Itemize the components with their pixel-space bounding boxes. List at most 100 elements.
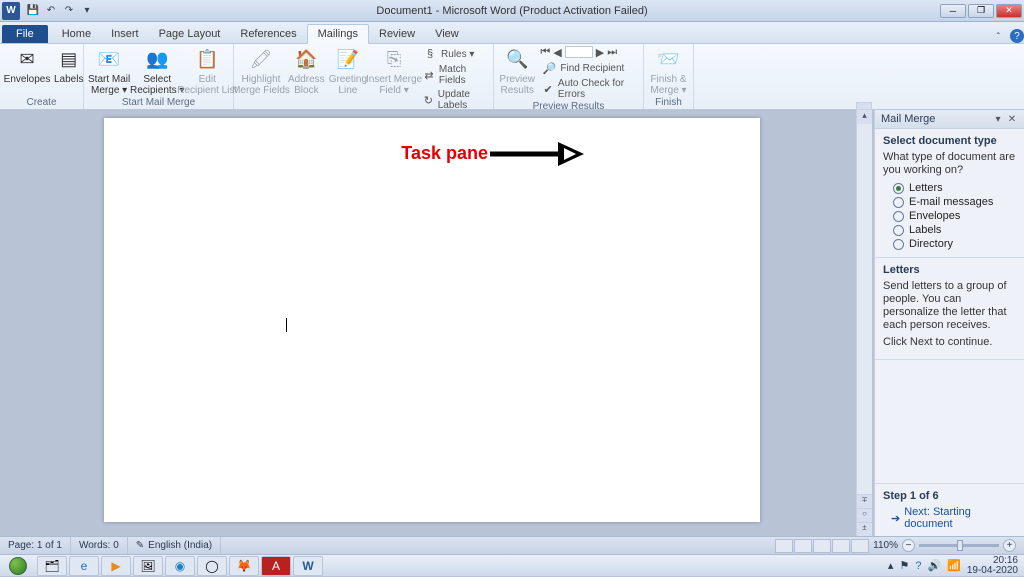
taskbar-word[interactable]: W bbox=[293, 556, 323, 576]
select-recipients-button[interactable]: 👥Select Recipients ▾ bbox=[134, 46, 180, 96]
draft-view[interactable] bbox=[851, 539, 869, 553]
match-icon: ⇄ bbox=[423, 68, 435, 82]
qat-more-icon[interactable]: ▾ bbox=[80, 4, 94, 18]
find-recipient-button[interactable]: 🔎Find Recipient bbox=[540, 60, 639, 76]
full-screen-view[interactable] bbox=[794, 539, 812, 553]
minimize-ribbon-icon[interactable]: ˆ bbox=[997, 32, 1000, 43]
undo-icon[interactable]: ↶ bbox=[44, 4, 58, 18]
last-icon[interactable]: ⏭ bbox=[607, 46, 617, 59]
finish-merge-button[interactable]: 📨Finish & Merge ▾ bbox=[648, 46, 689, 96]
page-indicator[interactable]: Page: 1 of 1 bbox=[0, 537, 71, 554]
edit-recipient-list-button[interactable]: 📋Edit Recipient List bbox=[184, 46, 230, 96]
taskbar-pictures[interactable]: 🖼 bbox=[133, 556, 163, 576]
zoom-thumb[interactable] bbox=[957, 540, 963, 551]
volume-icon[interactable]: 🔊 bbox=[927, 559, 941, 572]
language-indicator[interactable]: ✎English (India) bbox=[128, 537, 221, 554]
next-icon[interactable]: ▶ bbox=[596, 46, 604, 59]
minimize-button[interactable]: ─ bbox=[940, 4, 966, 18]
first-icon[interactable]: ⏮ bbox=[540, 46, 550, 59]
ruler-toggle[interactable] bbox=[856, 102, 872, 110]
word-count[interactable]: Words: 0 bbox=[71, 537, 128, 554]
tab-insert[interactable]: Insert bbox=[101, 25, 149, 43]
greeting-icon: 📝 bbox=[334, 46, 362, 72]
radio-icon bbox=[893, 211, 904, 222]
zoom-level[interactable]: 110% bbox=[873, 540, 898, 551]
insert-merge-field-button[interactable]: ⎘Insert Merge Field ▾ bbox=[371, 46, 417, 96]
auto-check-button[interactable]: ✔Auto Check for Errors bbox=[540, 77, 639, 101]
radio-envelopes[interactable]: Envelopes bbox=[883, 209, 1016, 223]
zoom-out-button[interactable]: − bbox=[902, 539, 915, 552]
radio-labels[interactable]: Labels bbox=[883, 223, 1016, 237]
radio-email[interactable]: E-mail messages bbox=[883, 195, 1016, 209]
proofing-icon: ✎ bbox=[136, 540, 144, 551]
mail-merge-icon: 📧 bbox=[95, 46, 123, 72]
start-mail-merge-button[interactable]: 📧Start Mail Merge ▾ bbox=[88, 46, 130, 96]
taskbar-firefox[interactable]: 🦊 bbox=[229, 556, 259, 576]
zoom-in-button[interactable]: + bbox=[1003, 539, 1016, 552]
close-button[interactable]: ✕ bbox=[996, 4, 1022, 18]
labels-button[interactable]: ▤Labels bbox=[54, 46, 83, 85]
match-fields-button[interactable]: ⇄Match Fields bbox=[421, 63, 489, 87]
taskbar-chrome[interactable]: ◯ bbox=[197, 556, 227, 576]
print-layout-view[interactable] bbox=[775, 539, 793, 553]
action-center-icon[interactable]: ⚑ bbox=[899, 559, 909, 572]
clock[interactable]: 20:1619-04-2020 bbox=[967, 556, 1018, 576]
recipients-icon: 👥 bbox=[143, 46, 171, 72]
browse-object-icon[interactable]: ○ bbox=[857, 508, 872, 522]
taskbar-hp[interactable]: ◉ bbox=[165, 556, 195, 576]
redo-icon[interactable]: ↷ bbox=[62, 4, 76, 18]
show-hidden-icon[interactable]: ▴ bbox=[888, 559, 894, 572]
taskbar-explorer[interactable]: 🗂 bbox=[37, 556, 67, 576]
vertical-scrollbar[interactable]: ▴ ∓ ○ ± bbox=[856, 110, 872, 536]
taskpane-close-icon[interactable]: ✕ bbox=[1006, 113, 1018, 125]
update-labels-button[interactable]: ↻Update Labels bbox=[421, 88, 489, 112]
taskbar-ie[interactable]: e bbox=[69, 556, 99, 576]
check-icon: ✔ bbox=[542, 82, 554, 96]
outline-view[interactable] bbox=[832, 539, 850, 553]
tab-page-layout[interactable]: Page Layout bbox=[149, 25, 231, 43]
prev-icon[interactable]: ◀ bbox=[553, 46, 561, 59]
taskbar-adobe[interactable]: A bbox=[261, 556, 291, 576]
file-tab[interactable]: File bbox=[2, 25, 48, 43]
rules-button[interactable]: §Rules ▾ bbox=[421, 46, 489, 62]
next-page-icon[interactable]: ± bbox=[857, 522, 872, 536]
scroll-track[interactable] bbox=[857, 124, 872, 480]
taskpane-title: Mail Merge bbox=[881, 113, 990, 125]
taskpane-menu-icon[interactable]: ▾ bbox=[992, 113, 1004, 125]
help-tray-icon[interactable]: ? bbox=[915, 560, 921, 572]
address-block-button[interactable]: 🏠Address Block bbox=[288, 46, 325, 96]
start-button[interactable] bbox=[0, 555, 36, 577]
scroll-up-icon[interactable]: ▴ bbox=[857, 110, 872, 124]
tab-home[interactable]: Home bbox=[52, 25, 101, 43]
greeting-line-button[interactable]: 📝Greeting Line bbox=[329, 46, 367, 96]
address-icon: 🏠 bbox=[292, 46, 320, 72]
preview-results-button[interactable]: 🔍Preview Results bbox=[498, 46, 536, 96]
section-heading: Letters bbox=[883, 264, 1016, 276]
annotation-arrow-icon bbox=[488, 138, 584, 170]
next-step-link[interactable]: ➔Next: Starting document bbox=[883, 506, 1016, 530]
radio-icon bbox=[893, 239, 904, 250]
help-icon[interactable]: ? bbox=[1010, 29, 1024, 43]
tab-references[interactable]: References bbox=[230, 25, 306, 43]
tab-review[interactable]: Review bbox=[369, 25, 425, 43]
restore-button[interactable]: ❐ bbox=[968, 4, 994, 18]
find-icon: 🔎 bbox=[542, 61, 556, 75]
zoom-control: 110% − + bbox=[873, 539, 1016, 552]
radio-directory[interactable]: Directory bbox=[883, 237, 1016, 251]
save-icon[interactable]: 💾 bbox=[26, 4, 40, 18]
view-buttons bbox=[775, 539, 869, 553]
taskbar-media[interactable]: ▶ bbox=[101, 556, 131, 576]
tab-mailings[interactable]: Mailings bbox=[307, 24, 369, 44]
network-icon[interactable]: 📶 bbox=[947, 559, 961, 572]
envelopes-button[interactable]: ✉Envelopes bbox=[4, 46, 50, 85]
document-page[interactable]: Task pane bbox=[104, 118, 760, 522]
tab-view[interactable]: View bbox=[425, 25, 469, 43]
window-title: Document1 - Microsoft Word (Product Acti… bbox=[376, 5, 647, 17]
record-number[interactable] bbox=[565, 46, 593, 58]
record-nav[interactable]: ⏮◀ ▶⏭ bbox=[540, 46, 639, 59]
zoom-slider[interactable] bbox=[919, 544, 999, 547]
highlight-fields-button[interactable]: 🖍Highlight Merge Fields bbox=[238, 46, 284, 96]
web-layout-view[interactable] bbox=[813, 539, 831, 553]
radio-letters[interactable]: Letters bbox=[883, 181, 1016, 195]
prev-page-icon[interactable]: ∓ bbox=[857, 494, 872, 508]
